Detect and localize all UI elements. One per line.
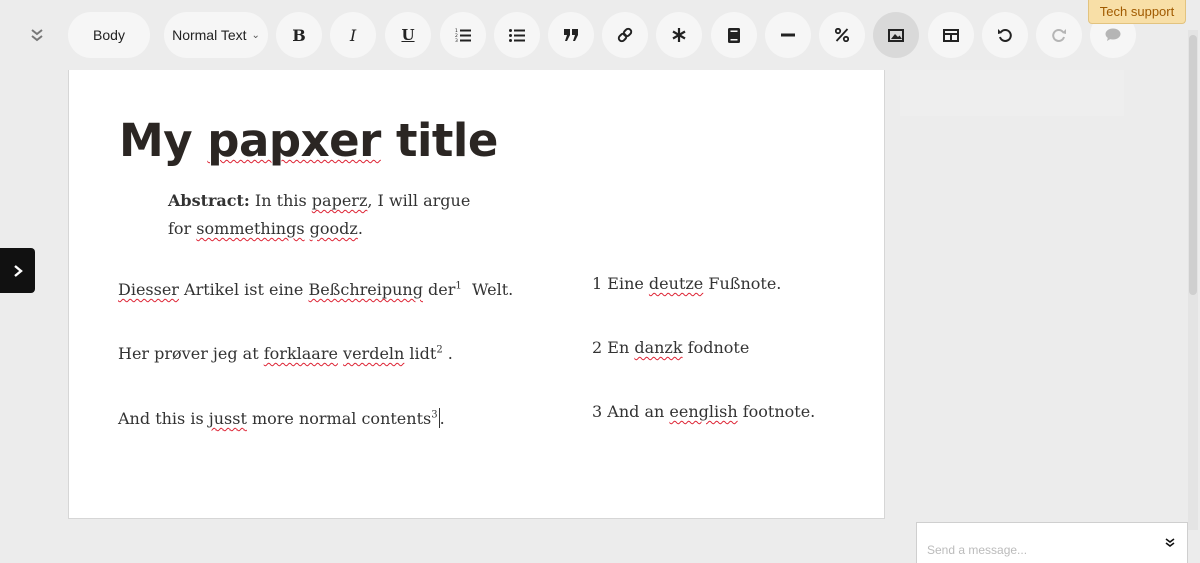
tech-support-button[interactable]: Tech support [1088,0,1186,24]
italic-icon: I [349,25,357,45]
double-chevron-down-icon [1165,538,1175,547]
horizontal-rule-icon [781,33,795,37]
footnote-1[interactable]: 1 Eine deutze Fußnote. [592,274,781,293]
figure-button[interactable] [873,12,919,58]
link-button[interactable] [602,12,648,58]
underline-button[interactable]: U [385,12,431,58]
misspelled-word: sommethings [196,219,305,238]
redo-button[interactable] [1036,12,1082,58]
editor-toolbar: Body Normal Text ⌄ B I U 1 2 3 Tech supp… [0,0,1200,70]
text-style-dropdown[interactable]: Normal Text ⌄ [164,12,268,58]
bullet-list-button[interactable] [494,12,540,58]
misspelled-word: goodz [309,219,358,238]
footnote-button[interactable] [656,12,702,58]
misspelled-word: Diesser [118,280,179,299]
misspelled-word: danzk [634,338,683,357]
blockquote-button[interactable] [548,12,594,58]
misspelled-word: paperz [311,191,368,210]
misspelled-word: eenglish [669,402,738,421]
bold-icon: B [292,25,306,45]
chat-widget [916,522,1188,563]
misspelled-word: jusst [208,409,247,428]
percent-icon [835,28,849,42]
vertical-scrollbar[interactable] [1188,30,1198,530]
footnote-2[interactable]: 2 En danzk fodnote [592,338,749,357]
link-icon [617,27,633,43]
comment-icon [1105,28,1121,41]
abstract-label: Abstract: [168,191,250,210]
ordered-list-icon: 1 2 3 [455,28,471,42]
text-style-label: Normal Text [172,27,247,43]
misspelled-word: Beßchreipung [308,280,423,299]
chat-message-input[interactable] [927,543,1147,557]
chevron-down-icon: ⌄ [251,29,260,41]
asterisk-icon [672,28,686,42]
footnote-marker[interactable]: 3 [431,410,437,421]
svg-text:3: 3 [455,38,458,42]
misspelled-word: papxer [207,114,381,167]
document-title[interactable]: My papxer title [119,114,498,167]
body-paragraph[interactable]: Diesser Artikel ist eine Beßchreipung de… [118,280,513,299]
section-select-button[interactable]: Body [68,12,150,58]
footnote-3[interactable]: 3 And an eenglish footnote. [592,402,815,421]
image-icon [888,28,904,42]
toolbar-collapse-button[interactable] [26,24,48,46]
citation-button[interactable] [711,12,757,58]
misspelled-word: verdeln [343,344,405,363]
table-icon [943,28,959,42]
body-paragraph[interactable]: Her prøver jeg at forklaare verdeln lidt… [118,344,453,363]
scrollbar-thumb[interactable] [1189,35,1197,295]
abstract[interactable]: Abstract: In this paperz, I will argue f… [168,187,498,243]
undo-icon [998,29,1012,42]
math-button[interactable] [819,12,865,58]
undo-button[interactable] [982,12,1028,58]
underline-icon: U [401,26,415,44]
bold-button[interactable]: B [276,12,322,58]
italic-button[interactable]: I [330,12,376,58]
quote-icon [564,29,578,41]
ordered-list-button[interactable]: 1 2 3 [440,12,486,58]
horizontal-rule-button[interactable] [765,12,811,58]
misspelled-word: deutze [648,274,704,293]
chat-collapse-button[interactable] [1165,533,1175,552]
section-select-label: Body [93,27,125,43]
chevron-right-icon [13,264,23,277]
table-button[interactable] [928,12,974,58]
double-chevron-down-icon [31,29,43,42]
document-editor[interactable]: My papxer title Abstract: In this paperz… [68,70,885,519]
right-side-panel [900,70,1124,116]
misspelled-word: forklaare [263,344,338,363]
book-icon [728,27,740,43]
body-paragraph[interactable]: And this is jusst more normal contents3. [118,408,445,428]
redo-icon [1052,29,1066,42]
sidebar-toggle-button[interactable] [0,248,35,293]
bullet-list-icon [509,29,525,42]
